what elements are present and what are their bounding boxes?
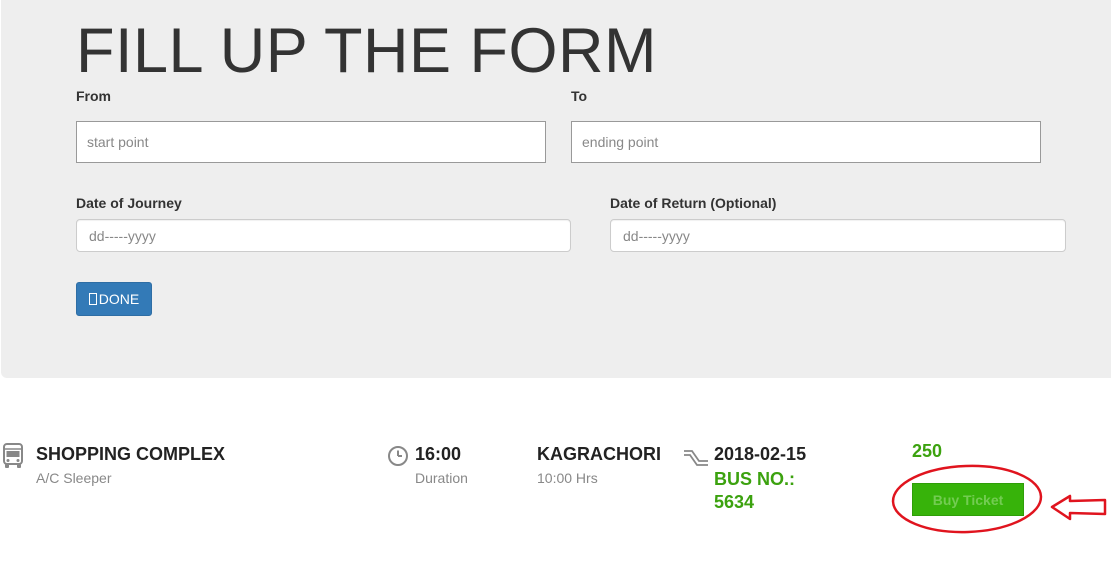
from-label: From bbox=[76, 88, 111, 104]
unsupported-glyph-icon bbox=[88, 293, 97, 305]
to-input[interactable] bbox=[571, 121, 1041, 163]
journey-date: 2018-02-15 bbox=[714, 444, 807, 464]
journey-date-label: Date of Journey bbox=[76, 195, 182, 211]
journey-date-input[interactable] bbox=[76, 219, 571, 252]
departure-time: 16:00 bbox=[415, 444, 462, 464]
bus-icon bbox=[3, 443, 23, 468]
origin-name: SHOPPING COMPLEX bbox=[36, 444, 226, 464]
return-date-input[interactable] bbox=[610, 219, 1066, 252]
to-label: To bbox=[571, 88, 588, 104]
duration-label: Duration bbox=[415, 470, 468, 486]
bus-number: BUS NO.: 5634 bbox=[714, 469, 795, 512]
done-button[interactable]: DONE bbox=[76, 282, 152, 316]
done-button-label: DONE bbox=[98, 291, 140, 307]
buy-ticket-button[interactable]: Buy Ticket bbox=[912, 483, 1024, 516]
annotation-arrow bbox=[1050, 494, 1107, 521]
destination-name: KAGRACHORI bbox=[537, 444, 661, 464]
clock-icon bbox=[388, 446, 408, 466]
ticket-price: 250 bbox=[912, 441, 943, 461]
return-date-label: Date of Return (Optional) bbox=[610, 195, 777, 211]
bus-type: A/C Sleeper bbox=[36, 470, 112, 486]
route-icon bbox=[684, 450, 708, 466]
page: FILL UP THE FORM From To Date of Journey… bbox=[0, 0, 1111, 575]
page-title: FILL UP THE FORM bbox=[76, 16, 657, 86]
duration-value: 10:00 Hrs bbox=[537, 470, 598, 486]
from-input[interactable] bbox=[76, 121, 546, 163]
